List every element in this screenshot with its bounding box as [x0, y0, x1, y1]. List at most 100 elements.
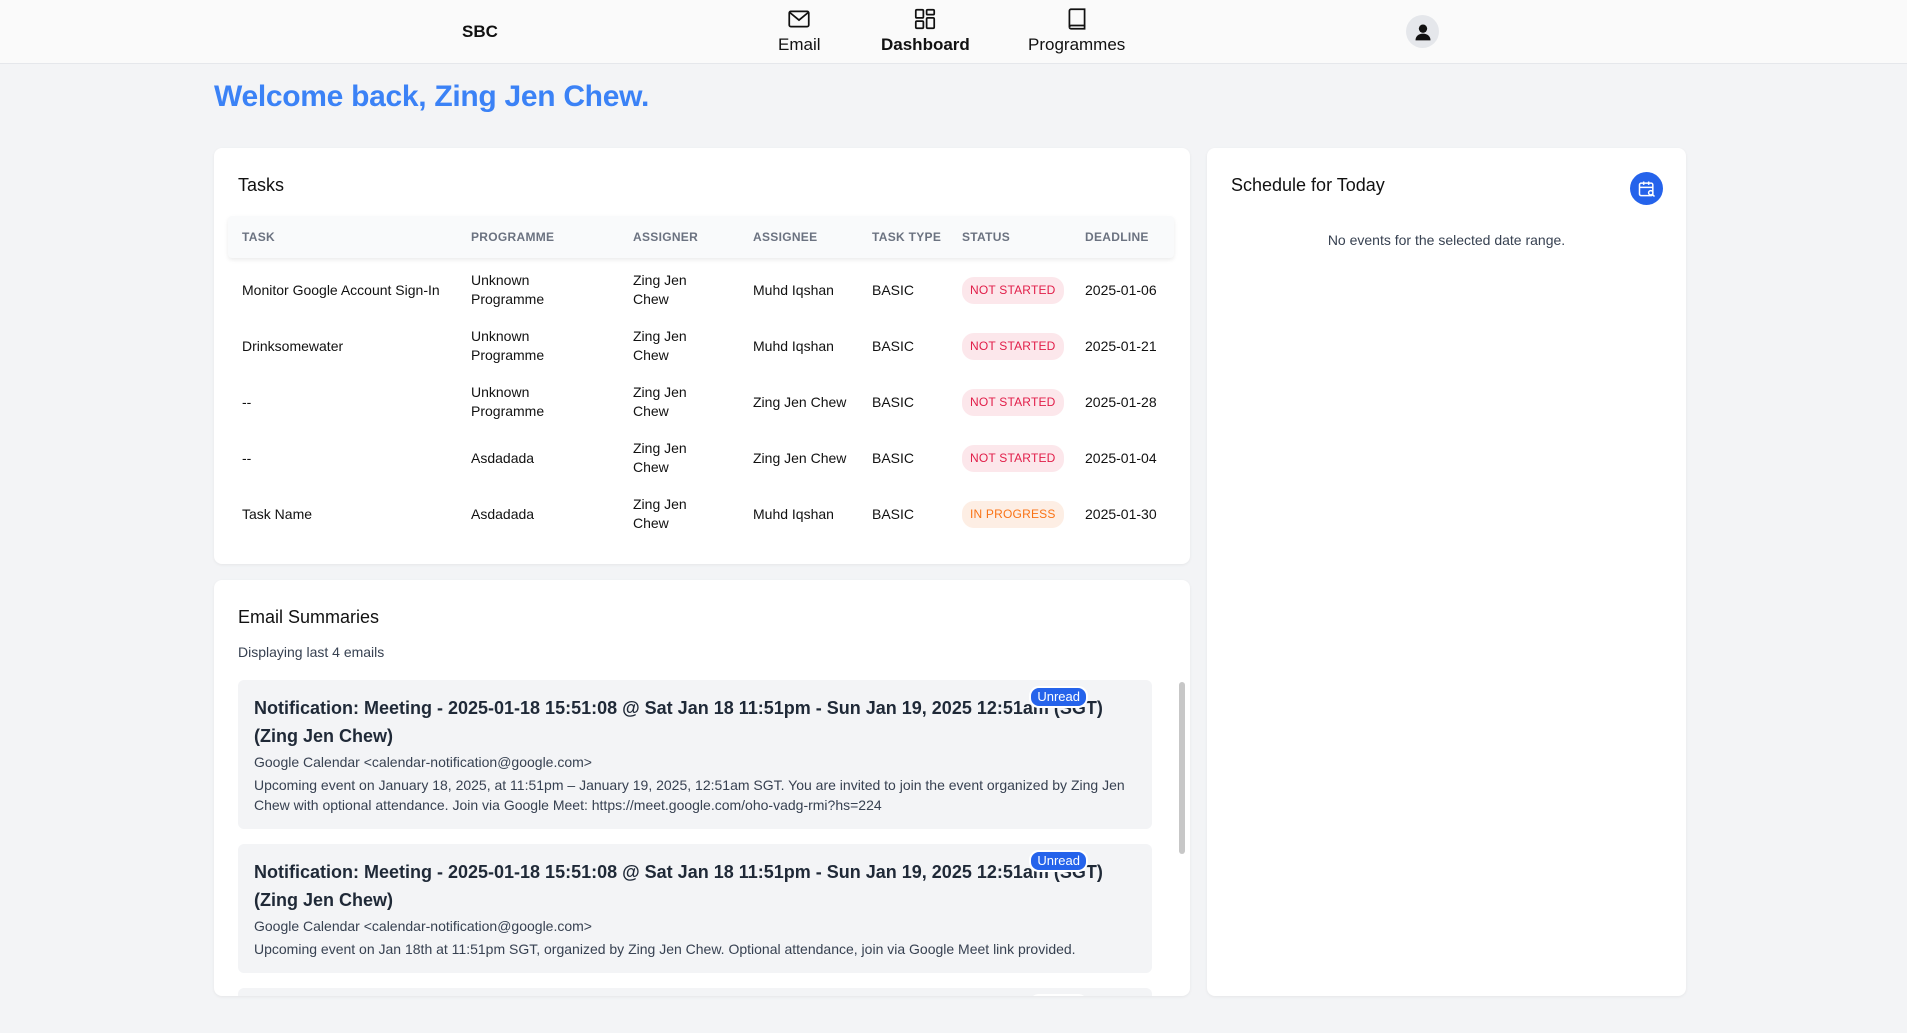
task-deadline: 2025-01-28	[1085, 374, 1167, 430]
task-deadline-text: 2025-01-30	[1085, 505, 1157, 522]
task-programme-text: Unknown Programme	[471, 384, 545, 419]
task-name: Drinksomewater	[242, 318, 452, 374]
task-assignee: Muhd Iqshan	[753, 486, 848, 542]
nav-email-label: Email	[778, 35, 821, 54]
col-deadline: DEADLINE	[1085, 230, 1149, 244]
email-sender: Google Calendar <calendar-notification@g…	[254, 918, 592, 934]
col-programme: PROGRAMME	[471, 230, 555, 244]
scrollbar-thumb[interactable]	[1179, 682, 1185, 854]
task-programme: Unknown Programme	[471, 262, 591, 318]
email-list-scrollbar[interactable]	[1176, 682, 1188, 996]
task-name-text: --	[242, 449, 252, 466]
unread-badge: Unread	[1029, 850, 1088, 872]
task-assignee: Zing Jen Chew	[753, 374, 848, 430]
book-icon	[1068, 8, 1086, 30]
schedule-title: Schedule for Today	[1231, 175, 1385, 195]
task-deadline: 2025-01-06	[1085, 262, 1167, 318]
nav-programmes[interactable]: Programmes	[1028, 6, 1125, 55]
task-deadline: 2025-01-04	[1085, 430, 1167, 486]
email-subject: Notification: Meeting - 2025-01-18 15:51…	[254, 698, 1103, 746]
email-sender: Google Calendar <calendar-notification@g…	[254, 754, 592, 770]
task-programme-text: Unknown Programme	[471, 328, 545, 363]
table-row[interactable]: Drinksomewater Unknown Programme Zing Jen …	[228, 318, 1174, 374]
calendar-search-icon	[1638, 181, 1655, 197]
task-assigner: Zing Jen Chew	[633, 374, 723, 430]
email-item[interactable]: Notification: Meeting - 2025-01-18 15:51…	[238, 844, 1152, 973]
task-assigner-text: Zing Jen Chew	[633, 440, 687, 475]
task-assigner: Zing Jen Chew	[633, 262, 723, 318]
task-name-text: Task Name	[242, 505, 313, 522]
mail-icon	[788, 10, 810, 28]
email-summary: Upcoming event on January 18, 2025, at 1…	[254, 777, 1125, 813]
unread-badge: Unread	[1029, 994, 1088, 996]
unread-badge: Unread	[1029, 686, 1088, 708]
col-assigner: ASSIGNER	[633, 230, 699, 244]
no-events-message: No events for the selected date range.	[1327, 232, 1566, 248]
task-assignee: Muhd Iqshan	[753, 318, 848, 374]
task-type-text: BASIC	[872, 505, 915, 522]
task-assignee-text: Zing Jen Chew	[753, 393, 847, 410]
task-deadline-text: 2025-01-06	[1085, 281, 1157, 298]
task-type: BASIC	[872, 430, 942, 486]
task-assignee: Zing Jen Chew	[753, 430, 848, 486]
task-status: NOT STARTED	[962, 318, 1077, 374]
email-item[interactable]: Unread	[238, 988, 1152, 996]
task-type: BASIC	[872, 374, 942, 430]
status-badge: NOT STARTED	[962, 444, 1064, 472]
task-programme: Unknown Programme	[471, 318, 591, 374]
email-summaries-title: Email Summaries	[238, 607, 380, 627]
task-assigner: Zing Jen Chew	[633, 430, 723, 486]
user-icon	[1415, 24, 1430, 40]
task-programme-text: Unknown Programme	[471, 272, 545, 307]
task-status: NOT STARTED	[962, 374, 1077, 430]
nav-email[interactable]: Email	[778, 6, 821, 55]
task-assigner-text: Zing Jen Chew	[633, 384, 687, 419]
task-assigner-text: Zing Jen Chew	[633, 328, 687, 363]
task-programme-text: Asdadada	[471, 505, 535, 522]
task-type: BASIC	[872, 486, 942, 542]
table-row[interactable]: Monitor Google Account Sign-In Unknown Pr…	[228, 262, 1174, 318]
task-programme-text: Asdadada	[471, 449, 535, 466]
task-programme: Asdadada	[471, 430, 591, 486]
welcome-heading: Welcome back, Zing Jen Chew.	[214, 80, 650, 113]
calendar-search-button[interactable]	[1630, 172, 1663, 205]
task-assigner: Zing Jen Chew	[633, 486, 723, 542]
task-type-text: BASIC	[872, 449, 915, 466]
dashboard-icon	[915, 8, 936, 30]
task-name: Task Name	[242, 486, 452, 542]
task-programme: Asdadada	[471, 486, 591, 542]
email-summaries-subtitle: Displaying last 4 emails	[238, 644, 385, 660]
table-row[interactable]: Task Name Asdadada Zing Jen Chew Muhd Iqsha…	[228, 486, 1174, 542]
table-row[interactable]: -- Unknown Programme Zing Jen Chew Zing Jen…	[228, 374, 1174, 430]
task-name-text: Monitor Google Account Sign-In	[242, 281, 440, 298]
col-task-type: TASK TYPE	[872, 230, 942, 244]
task-deadline-text: 2025-01-21	[1085, 337, 1157, 354]
task-assignee-text: Muhd Iqshan	[753, 281, 834, 298]
status-badge: NOT STARTED	[962, 276, 1064, 304]
col-assignee: ASSIGNEE	[753, 230, 818, 244]
task-programme: Unknown Programme	[471, 374, 591, 430]
table-row[interactable]: -- Asdadada Zing Jen Chew Zing Jen Chew BASI…	[228, 430, 1174, 486]
task-deadline: 2025-01-21	[1085, 318, 1167, 374]
task-assignee-text: Muhd Iqshan	[753, 505, 834, 522]
email-list[interactable]: Notification: Meeting - 2025-01-18 15:51…	[238, 680, 1152, 996]
email-item[interactable]: Notification: Meeting - 2025-01-18 15:51…	[238, 680, 1152, 829]
brand-logo[interactable]: SBC	[462, 22, 498, 42]
task-assignee-text: Zing Jen Chew	[753, 449, 847, 466]
user-avatar[interactable]	[1406, 15, 1439, 48]
tasks-title: Tasks	[238, 175, 285, 195]
task-deadline-text: 2025-01-04	[1085, 449, 1157, 466]
task-name-text: --	[242, 393, 252, 410]
task-type-text: BASIC	[872, 337, 915, 354]
task-deadline: 2025-01-30	[1085, 486, 1167, 542]
col-task: TASK	[242, 230, 275, 244]
task-name-text: Drinksomewater	[242, 337, 344, 354]
tasks-table-header: TASK PROGRAMME ASSIGNER ASSIGNEE TASK TY…	[228, 216, 1174, 258]
task-type: BASIC	[872, 262, 942, 318]
task-assignee: Muhd Iqshan	[753, 262, 848, 318]
nav-dashboard[interactable]: Dashboard	[881, 6, 970, 55]
status-badge: NOT STARTED	[962, 388, 1064, 416]
task-status: NOT STARTED	[962, 430, 1077, 486]
nav-dashboard-label: Dashboard	[881, 35, 970, 54]
task-assigner-text: Zing Jen Chew	[633, 272, 687, 307]
